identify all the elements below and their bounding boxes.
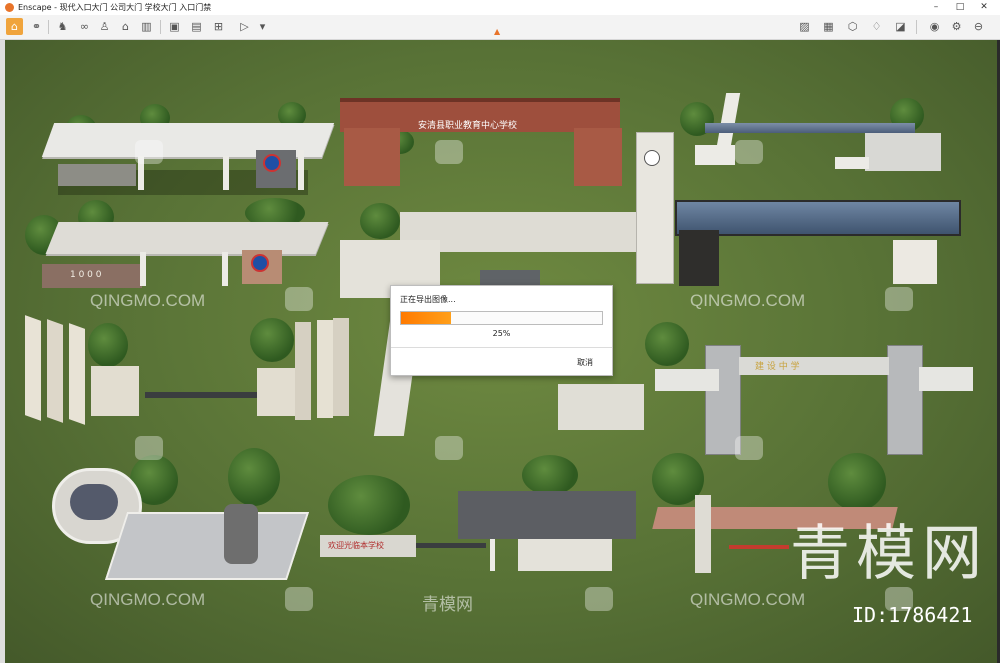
toolbar-separator	[916, 20, 917, 34]
window-title: Enscape - 现代入口大门 公司大门 学校大门 入口门禁	[18, 3, 212, 12]
tree	[88, 323, 128, 367]
object-icon[interactable]: ♢	[868, 18, 885, 35]
minimize-button[interactable]: –	[924, 0, 948, 15]
tree	[828, 453, 886, 511]
watermark-text-cn: 青模网	[422, 595, 473, 614]
school-name-sign: 安清县职业教育中心学校	[418, 121, 518, 131]
watermark-text: QINGMO.COM	[690, 291, 806, 310]
watermark-id: ID:1786421	[852, 603, 973, 627]
chevron-down-icon[interactable]: ▾	[254, 18, 271, 35]
tree	[645, 322, 689, 366]
enscape-logo-icon	[5, 3, 14, 12]
watermark-text: QINGMO.COM	[90, 291, 206, 310]
tree	[360, 203, 400, 239]
collapse-chevron-icon[interactable]: ▲	[494, 27, 500, 36]
gear-icon[interactable]: ⚙	[948, 18, 965, 35]
toolbar-separator	[160, 20, 161, 34]
link-icon[interactable]: ⚭	[28, 18, 45, 35]
twin-tower-banner: 建 设 中 学	[755, 362, 800, 372]
home-icon[interactable]: ⌂	[6, 18, 23, 35]
tree	[250, 318, 294, 362]
screenshot-icon[interactable]: ▣	[166, 18, 183, 35]
watermark-logo-icon	[585, 587, 613, 611]
watermark-logo-icon	[285, 587, 313, 611]
watermark-text: QINGMO.COM	[690, 590, 806, 609]
progress-bar-fill	[401, 312, 452, 324]
left-panel-edge	[0, 40, 5, 663]
atmosphere-icon[interactable]: ◪	[892, 18, 909, 35]
watermark-logo-icon	[735, 140, 763, 164]
panorama-icon[interactable]: ⊞	[210, 18, 227, 35]
watermark-logo-icon	[285, 287, 313, 311]
building-icon[interactable]: ▥	[138, 18, 155, 35]
walk-mode-icon[interactable]: ♞	[54, 18, 71, 35]
watermark-logo-icon	[135, 436, 163, 460]
progress-bar	[400, 311, 603, 325]
view-management-icon[interactable]: ⬡	[844, 18, 861, 35]
dialog-title: 正在导出图像...	[400, 295, 456, 304]
person-icon[interactable]: ♙	[96, 18, 113, 35]
sign-wall-text: 欢迎光临本学校	[328, 541, 384, 550]
visual-settings-icon[interactable]: ◉	[926, 18, 943, 35]
title-bar: Enscape - 现代入口大门 公司大门 学校大门 入口门禁 – □ ✕	[0, 0, 1000, 15]
tree	[328, 475, 410, 535]
stone-wall-number: 1 0 0 0	[70, 270, 102, 280]
watermark-logo-icon	[735, 436, 763, 460]
watermark-text: QINGMO.COM	[90, 590, 206, 609]
tree	[522, 455, 578, 495]
cancel-button[interactable]: 取消	[577, 357, 593, 368]
maximize-button[interactable]: □	[948, 0, 972, 15]
progress-percent: 25%	[492, 329, 511, 338]
batch-render-icon[interactable]: ▤	[188, 18, 205, 35]
house-icon[interactable]: ⌂	[117, 18, 134, 35]
asset-library-icon[interactable]: ▨	[796, 18, 813, 35]
watermark-logo-icon	[435, 140, 463, 164]
close-button[interactable]: ✕	[972, 0, 996, 15]
material-icon[interactable]: ▦	[820, 18, 837, 35]
binoculars-icon[interactable]: ∞	[76, 18, 93, 35]
dialog-divider	[391, 347, 612, 348]
video-icon[interactable]: ▷	[236, 18, 253, 35]
window-controls: – □ ✕	[924, 0, 996, 15]
watermark-large-text: 青模网	[790, 519, 988, 589]
watermark-logo-icon	[885, 287, 913, 311]
tree	[228, 448, 280, 506]
help-icon[interactable]: ⊖	[970, 18, 987, 35]
export-progress-dialog: 正在导出图像... 25% 取消	[390, 285, 613, 376]
watermark-logo-icon	[135, 140, 163, 164]
toolbar-separator	[48, 20, 49, 34]
watermark-logo-icon	[435, 436, 463, 460]
